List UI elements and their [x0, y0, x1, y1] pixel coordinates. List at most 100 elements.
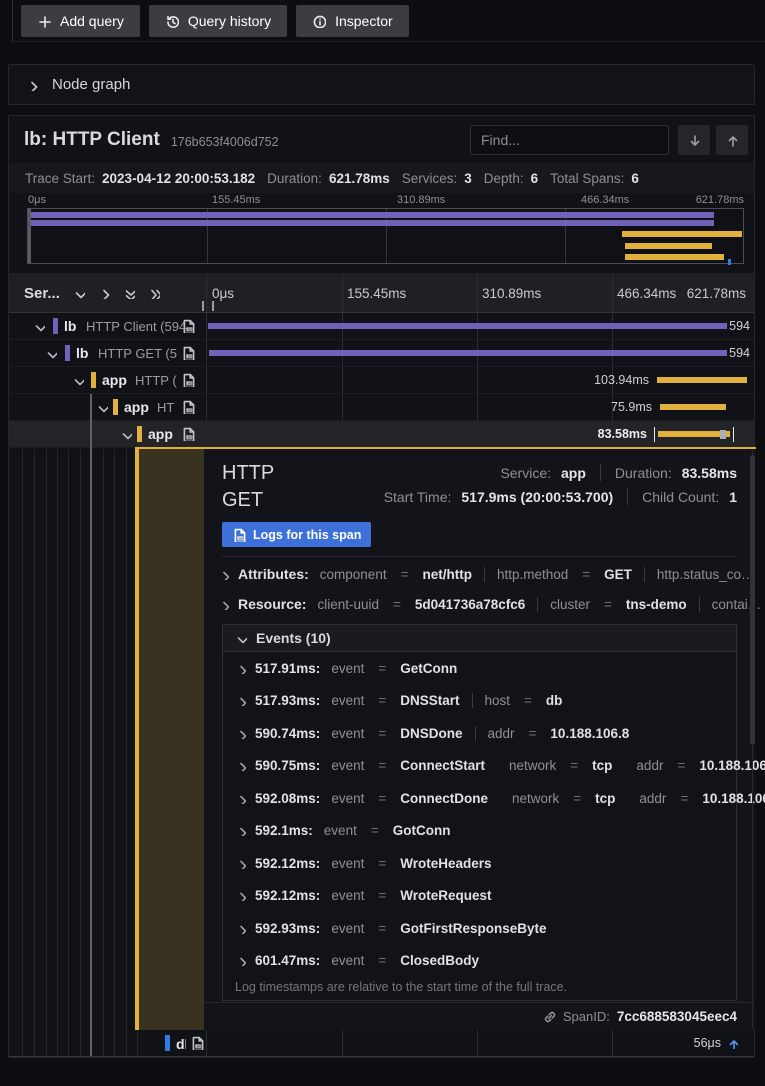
equals-sign: =: [393, 597, 401, 612]
attributes-row[interactable]: Attributes: component=net/http http.meth…: [218, 562, 754, 586]
chevron-right-icon[interactable]: [235, 825, 246, 836]
divider: [699, 597, 700, 612]
events-header[interactable]: Events (10): [223, 625, 736, 652]
operation-name: HTTP (: [135, 373, 177, 388]
event-value: tcp: [595, 791, 615, 806]
node-graph-panel[interactable]: Node graph: [8, 64, 755, 105]
arrow-down-icon: [687, 133, 701, 147]
event-row[interactable]: 517.93ms: event=DNSStart host=db: [223, 685, 736, 718]
event-key: event: [324, 823, 357, 838]
event-value: WroteRequest: [400, 888, 491, 903]
span-bar[interactable]: [209, 350, 727, 356]
minimap-tick-3: 466.34ms: [581, 194, 629, 206]
event-row[interactable]: 592.93ms: event=GotFirstResponseByte: [223, 912, 736, 945]
trace-minimap[interactable]: [27, 208, 744, 264]
log-icon[interactable]: [181, 346, 195, 360]
service-column-header[interactable]: Ser...: [24, 273, 160, 313]
event-row[interactable]: 517.91ms: event=GetConn: [223, 652, 736, 685]
event-row[interactable]: 601.47ms: event=ClosedBody: [223, 945, 736, 978]
log-icon[interactable]: [190, 1036, 204, 1050]
chevron-down-icon[interactable]: [96, 401, 108, 413]
log-icon[interactable]: [181, 319, 195, 333]
find-next-button[interactable]: [678, 125, 710, 155]
event-row[interactable]: 592.1ms: event=GotConn: [223, 815, 736, 848]
operation-name: HTTP GET (5: [98, 346, 177, 361]
indent-guide: [80, 449, 81, 1056]
chevron-right-icon[interactable]: [235, 793, 246, 804]
expand-all-icon[interactable]: [148, 287, 160, 299]
chevron-right-icon[interactable]: [235, 760, 246, 771]
event-time: 592.12ms:: [255, 856, 320, 871]
equals-sign: =: [378, 856, 386, 871]
chevron-right-icon[interactable]: [235, 695, 246, 706]
span-row[interactable]: db 56μs: [9, 1030, 754, 1057]
scrollbar-thumb[interactable]: [750, 455, 755, 745]
arrow-up-icon: [725, 133, 739, 147]
find-input[interactable]: [470, 125, 669, 155]
equals-sign: =: [680, 791, 688, 806]
event-row[interactable]: 592.12ms: event=WroteHeaders: [223, 847, 736, 880]
span-bar-handle[interactable]: [720, 430, 726, 439]
log-icon[interactable]: [181, 400, 195, 414]
scroll-to-span-icon[interactable]: [726, 1037, 738, 1049]
chevron-down-icon[interactable]: [33, 320, 45, 332]
chevron-right-icon[interactable]: [218, 569, 229, 580]
span-detail-title: HTTP GET: [222, 460, 317, 514]
chevron-right-icon[interactable]: [218, 599, 229, 610]
divider: [484, 567, 485, 582]
event-value: ConnectDone: [400, 791, 488, 806]
chevron-down-icon[interactable]: [72, 374, 84, 386]
span-bar[interactable]: [208, 323, 727, 329]
span-row[interactable]: lb HTTP GET (5 594: [9, 340, 754, 367]
span-bar[interactable]: [660, 404, 726, 410]
event-time: 592.08ms:: [255, 791, 320, 806]
span-bar[interactable]: [657, 377, 747, 383]
event-key: event: [331, 888, 364, 903]
span-row[interactable]: lb HTTP Client (594 594: [9, 313, 754, 340]
span-row[interactable]: app HTTP ( 103.94ms: [9, 367, 754, 394]
add-query-label: Add query: [60, 13, 124, 29]
chevron-down-icon[interactable]: [235, 632, 247, 644]
chevron-right-icon[interactable]: [235, 923, 246, 934]
chevron-right-icon[interactable]: [235, 890, 246, 901]
chevron-right-icon[interactable]: [235, 955, 246, 966]
span-duration: 594: [729, 346, 750, 360]
chevron-right-icon[interactable]: [235, 663, 246, 674]
span-row-selected[interactable]: app 83.58ms: [9, 421, 754, 448]
chevron-right-icon[interactable]: [235, 728, 246, 739]
event-row[interactable]: 592.08ms: event=ConnectDone network=tcp …: [223, 782, 736, 815]
event-key: event: [331, 953, 364, 968]
chevron-down-icon[interactable]: [45, 347, 57, 359]
child-count-value: 1: [729, 489, 737, 505]
resource-key: cluster: [550, 597, 590, 612]
chevron-right-icon[interactable]: [235, 858, 246, 869]
inspector-button[interactable]: Inspector: [296, 5, 409, 37]
find-prev-button[interactable]: [716, 125, 748, 155]
events-label: Events (10): [256, 630, 331, 646]
chevron-down-icon[interactable]: [120, 428, 132, 440]
minimap-tick-1: 155.45ms: [212, 194, 260, 206]
indent-guide: [68, 449, 69, 1056]
divider: [472, 693, 473, 708]
equals-sign: =: [573, 791, 581, 806]
service-color-bar: [165, 1035, 170, 1051]
span-duration: 103.94ms: [559, 373, 649, 387]
logs-for-span-button[interactable]: Logs for this span: [222, 522, 371, 547]
log-icon[interactable]: [181, 427, 195, 441]
service-name: app: [102, 372, 127, 388]
resource-row[interactable]: Resource: client-uuid=5d041736a78cfc6 cl…: [218, 592, 761, 616]
add-query-button[interactable]: Add query: [21, 5, 140, 37]
chevron-right-icon[interactable]: [98, 287, 110, 299]
event-row[interactable]: 590.75ms: event=ConnectStart network=tcp…: [223, 750, 736, 783]
chevron-down-icon[interactable]: [73, 287, 85, 299]
query-history-button[interactable]: Query history: [149, 5, 287, 37]
span-row[interactable]: app HT 75.9ms: [9, 394, 754, 421]
event-row[interactable]: 592.12ms: event=WroteRequest: [223, 880, 736, 913]
span-bar-end-tick: [733, 427, 734, 442]
span-meta-row-1: Service: app Duration: 83.58ms: [500, 464, 737, 481]
operation-name: HT: [157, 400, 174, 415]
link-icon[interactable]: [542, 1009, 556, 1023]
collapse-all-icon[interactable]: [123, 287, 135, 299]
event-row[interactable]: 590.74ms: event=DNSDone addr=10.188.106.…: [223, 717, 736, 750]
log-icon[interactable]: [181, 373, 195, 387]
